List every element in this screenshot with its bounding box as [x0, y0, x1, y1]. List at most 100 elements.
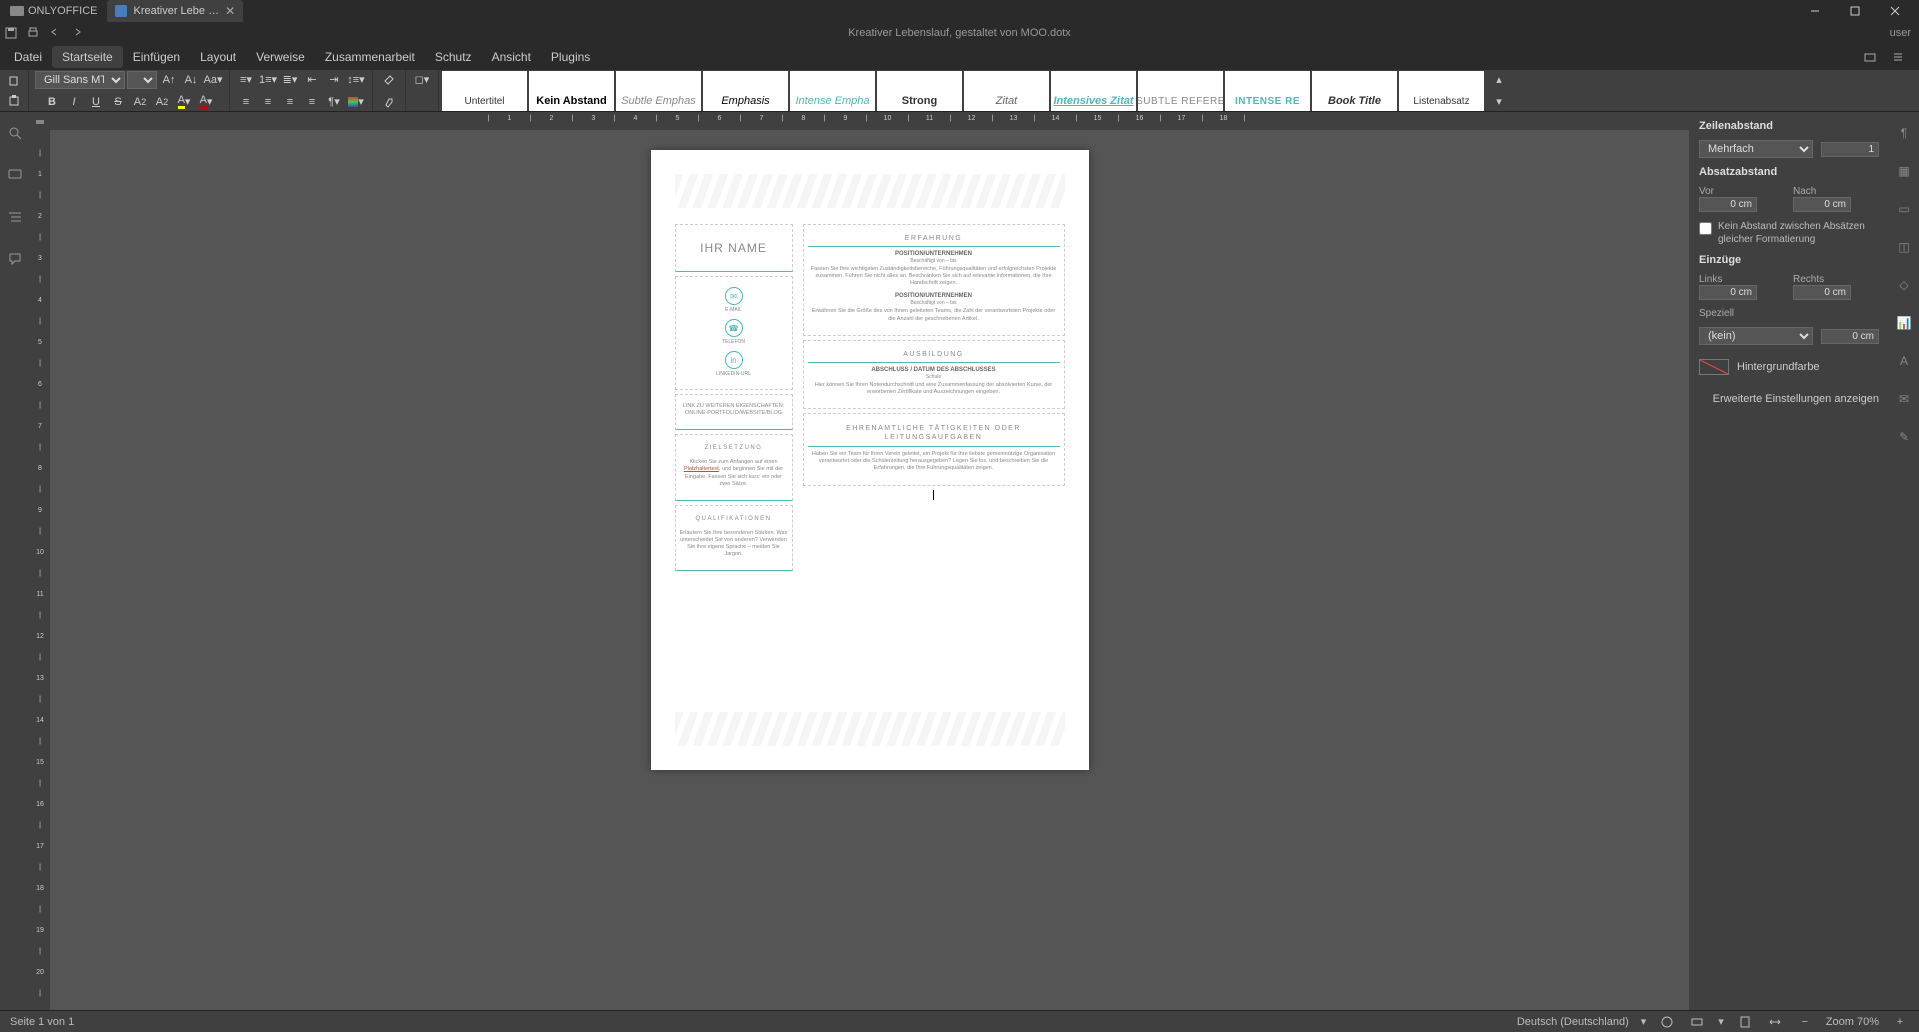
minimize-button[interactable] [1795, 0, 1835, 22]
align-center-button[interactable]: ≡ [258, 93, 278, 111]
exp2-body[interactable]: Erwähnen Sie die Größe des von Ihnen gel… [808, 308, 1060, 322]
vertical-ruler[interactable]: |1|2|3|4|5|6|7|8|9|10|11|12|13|14|15|16|… [30, 130, 50, 1010]
style-booktit[interactable]: Book Title [1312, 71, 1397, 111]
volunteer-heading[interactable]: EHRENAMTLICHE TÄTIGKEITEN ODER LEITUNGSA… [808, 420, 1060, 447]
style-emph[interactable]: Emphasis [703, 71, 788, 111]
image-settings-icon[interactable]: ▭ [1893, 198, 1915, 220]
open-location-button[interactable] [1859, 46, 1881, 68]
font-name-select[interactable]: Gill Sans MT [35, 71, 125, 89]
indent-right-input[interactable] [1793, 285, 1851, 300]
portfolio-link[interactable]: LINK ZU WEITEREN EIGENSCHAFTEN: ONLINE-P… [680, 403, 788, 417]
style-untertitel[interactable]: Untertitel [442, 71, 527, 111]
bold-button[interactable]: B [42, 93, 62, 111]
menu-ansicht[interactable]: Ansicht [482, 46, 541, 68]
chart-settings-icon[interactable]: 📊 [1893, 312, 1915, 334]
exp2-dates[interactable]: Beschäftigt von – bis [808, 300, 1060, 306]
insert-shape-button[interactable]: ◻▾ [412, 71, 432, 89]
email-label[interactable]: E-MAIL [680, 307, 788, 313]
user-label[interactable]: user [1890, 27, 1919, 39]
special-value-input[interactable] [1821, 329, 1879, 344]
close-tab-icon[interactable]: ✕ [225, 4, 235, 18]
style-listabs[interactable]: Listenabsatz [1399, 71, 1484, 111]
ruler-corner[interactable] [30, 112, 50, 130]
close-window-button[interactable] [1875, 0, 1915, 22]
line-spacing-button[interactable]: ↕≡▾ [346, 71, 366, 89]
underline-button[interactable]: U [86, 93, 106, 111]
strike-button[interactable]: S [108, 93, 128, 111]
search-icon[interactable] [4, 122, 26, 144]
headings-icon[interactable] [4, 206, 26, 228]
menu-zusammenarbeit[interactable]: Zusammenarbeit [315, 46, 425, 68]
language-indicator[interactable]: Deutsch (Deutschland) [1517, 1016, 1629, 1028]
spellcheck-icon[interactable] [1658, 1013, 1676, 1031]
menu-einfügen[interactable]: Einfügen [123, 46, 190, 68]
increase-indent-button[interactable]: ⇥ [324, 71, 344, 89]
font-color-button[interactable]: A▾ [196, 93, 216, 111]
page-indicator[interactable]: Seite 1 von 1 [10, 1016, 74, 1028]
numbering-button[interactable]: 1≡▾ [258, 71, 278, 89]
track-changes-icon[interactable] [1688, 1013, 1706, 1031]
style-subref[interactable]: SUBTLE REFERE [1138, 71, 1223, 111]
edu-school[interactable]: Schule [808, 374, 1060, 380]
header-settings-icon[interactable]: ◫ [1893, 236, 1915, 258]
feedback-icon[interactable] [4, 248, 26, 270]
document-page[interactable]: IHR NAME ✉ E-MAIL ☎ TELEFON in LINKEDIN-… [651, 150, 1089, 770]
menu-plugins[interactable]: Plugins [541, 46, 600, 68]
objective-heading[interactable]: ZIELSETZUNG [680, 441, 788, 455]
nonprinting-button[interactable]: ¶▾ [324, 93, 344, 111]
zoom-in-button[interactable]: + [1891, 1013, 1909, 1031]
clear-style-button[interactable] [379, 71, 399, 89]
special-mode-select[interactable]: (kein) [1699, 327, 1813, 345]
zoom-out-button[interactable]: − [1796, 1013, 1814, 1031]
change-case-button[interactable]: Aa▾ [203, 71, 223, 89]
document-tab[interactable]: Kreativer Lebe … ✕ [107, 0, 243, 22]
mail-merge-icon[interactable]: ✉ [1893, 388, 1915, 410]
style-noabs[interactable]: Kein Abstand [529, 71, 614, 111]
advanced-settings-link[interactable]: Erweiterte Einstellungen anzeigen [1699, 393, 1879, 405]
signature-icon[interactable]: ✎ [1893, 426, 1915, 448]
menu-verweise[interactable]: Verweise [246, 46, 315, 68]
superscript-button[interactable]: A2 [130, 93, 150, 111]
decrease-font-button[interactable]: A↓ [181, 71, 201, 89]
spacing-after-input[interactable] [1793, 197, 1851, 212]
subscript-button[interactable]: A2 [152, 93, 172, 111]
indent-left-input[interactable] [1699, 285, 1757, 300]
style-subtemph[interactable]: Subtle Emphas [616, 71, 701, 111]
page-area[interactable]: IHR NAME ✉ E-MAIL ☎ TELEFON in LINKEDIN-… [50, 130, 1689, 1010]
style-zitat[interactable]: Zitat [964, 71, 1049, 111]
line-spacing-value[interactable] [1821, 142, 1879, 157]
experience-heading[interactable]: ERFAHRUNG [808, 231, 1060, 247]
shape-settings-icon[interactable]: ◇ [1893, 274, 1915, 296]
bullets-button[interactable]: ≡▾ [236, 71, 256, 89]
fit-width-icon[interactable] [1766, 1013, 1784, 1031]
italic-button[interactable]: I [64, 93, 84, 111]
skills-body[interactable]: Erläutern Sie Ihre besonderen Stärken. W… [680, 530, 788, 559]
copy-style-button[interactable] [379, 93, 399, 111]
track-dropdown-icon[interactable]: ▾ [1718, 1015, 1724, 1028]
undo-button[interactable] [44, 22, 66, 44]
fit-page-icon[interactable] [1736, 1013, 1754, 1031]
language-dropdown-icon[interactable]: ▾ [1641, 1015, 1647, 1028]
settings-button[interactable] [1887, 46, 1909, 68]
justify-button[interactable]: ≡ [302, 93, 322, 111]
print-button[interactable] [22, 22, 44, 44]
line-spacing-mode[interactable]: Mehrfach [1699, 140, 1813, 158]
skills-heading[interactable]: QUALIFIKATIONEN [680, 512, 788, 526]
linkedin-label[interactable]: LINKEDIN-URL [680, 371, 788, 377]
maximize-button[interactable] [1835, 0, 1875, 22]
paragraph-settings-icon[interactable]: ¶ [1893, 122, 1915, 144]
menu-layout[interactable]: Layout [190, 46, 246, 68]
multilevel-button[interactable]: ≣▾ [280, 71, 300, 89]
menu-schutz[interactable]: Schutz [425, 46, 482, 68]
save-button[interactable] [0, 22, 22, 44]
align-left-button[interactable]: ≡ [236, 93, 256, 111]
style-intzit[interactable]: Intensives Zitat [1051, 71, 1136, 111]
style-intemph[interactable]: Intense Empha [790, 71, 875, 111]
shading-button[interactable]: ▾ [346, 93, 366, 111]
edu-degree[interactable]: ABSCHLUSS / DATUM DES ABSCHLUSSES [808, 367, 1060, 373]
exp2-title[interactable]: POSITION/UNTERNEHMEN [808, 293, 1060, 299]
edu-body[interactable]: Hier können Sie Ihren Notendurchschnitt … [808, 382, 1060, 396]
volunteer-body[interactable]: Haben Sie ein Team für Ihren Verein gele… [808, 451, 1060, 472]
horizontal-ruler[interactable]: |1|2|3|4|5|6|7|8|9|10|11|12|13|14|15|16|… [50, 112, 1689, 130]
style-intref[interactable]: INTENSE RE [1225, 71, 1310, 111]
